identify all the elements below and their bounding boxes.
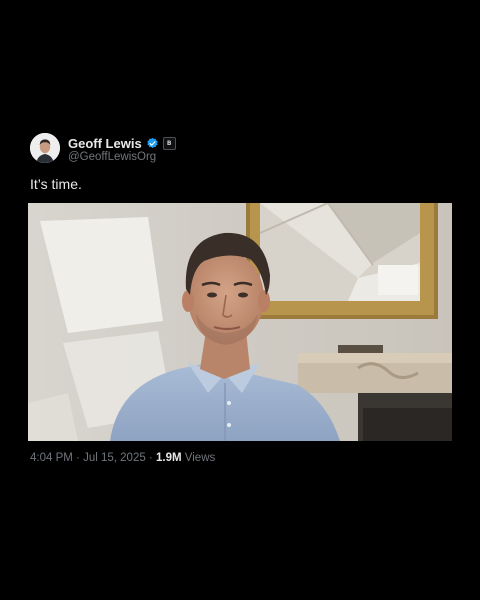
tweet-card: Geoff Lewis B @GeoffLewisOrg It’s time. xyxy=(0,0,480,600)
tweet-time[interactable]: 4:04 PM xyxy=(30,452,73,464)
separator-dot: · xyxy=(76,452,80,464)
video-thumbnail[interactable] xyxy=(28,203,452,441)
author-handle[interactable]: @GeoffLewisOrg xyxy=(68,151,156,163)
views-count[interactable]: 1.9M xyxy=(156,452,182,464)
avatar[interactable] xyxy=(30,133,60,163)
affiliation-badge-label: B xyxy=(166,139,172,147)
affiliation-badge-icon[interactable]: B xyxy=(162,136,176,150)
verified-badge-icon xyxy=(147,137,158,148)
tweet-metadata: 4:04 PM · Jul 15, 2025 · 1.9M Views xyxy=(30,452,215,464)
avatar-image xyxy=(30,133,60,163)
views-label: Views xyxy=(184,452,216,464)
tweet-text: It’s time. xyxy=(30,176,82,192)
video-frame-image xyxy=(28,203,452,441)
tweet-date[interactable]: Jul 15, 2025 xyxy=(83,452,146,464)
separator-dot: · xyxy=(148,452,153,464)
author-display-name[interactable]: Geoff Lewis xyxy=(68,136,142,151)
author-name-row: Geoff Lewis B xyxy=(68,135,176,151)
